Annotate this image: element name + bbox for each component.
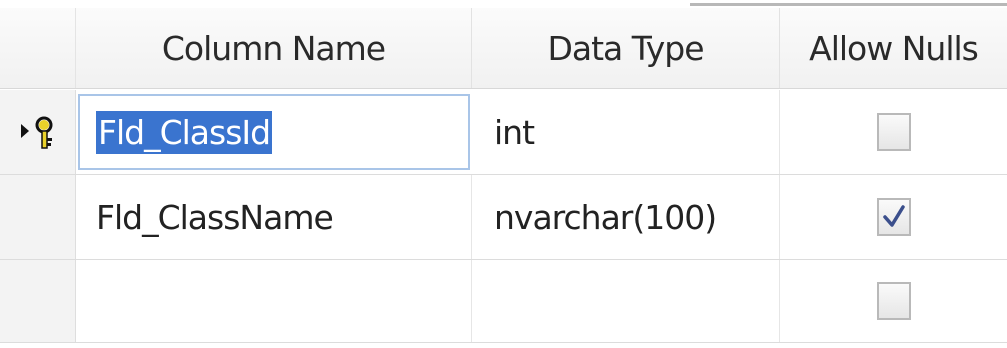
key-icon (21, 116, 53, 149)
row-selector[interactable] (0, 260, 76, 342)
data-type-cell[interactable] (472, 260, 780, 342)
row-selector-header (0, 8, 76, 88)
allow-nulls-checkbox[interactable] (876, 282, 911, 320)
allow-nulls-cell (780, 260, 1007, 342)
allow-nulls-checkbox[interactable] (876, 198, 911, 236)
row-selector[interactable] (0, 175, 76, 259)
row-selector[interactable] (0, 90, 76, 174)
column-name-field[interactable]: Fld_ClassId (78, 94, 470, 170)
allow-nulls-cell (780, 90, 1007, 174)
data-type-cell[interactable]: int (472, 90, 780, 174)
column-name-header[interactable]: Column Name (76, 8, 472, 88)
column-header-row: Column Name Data Type Allow Nulls (0, 8, 1007, 89)
column-name-cell[interactable]: Fld_ClassName (76, 175, 472, 259)
table-row[interactable] (0, 260, 1007, 343)
data-type-header[interactable]: Data Type (472, 8, 780, 88)
check-icon (882, 205, 905, 227)
allow-nulls-checkbox[interactable] (876, 113, 911, 151)
column-name-cell[interactable] (76, 260, 472, 342)
top-divider (690, 3, 1007, 6)
table-designer-grid: Column Name Data Type Allow Nulls Fld_Cl… (0, 0, 1007, 348)
table-row[interactable]: Fld_ClassId int (0, 90, 1007, 175)
data-type-cell[interactable]: nvarchar(100) (472, 175, 780, 259)
allow-nulls-cell (780, 175, 1007, 259)
selected-column-name[interactable]: Fld_ClassId (96, 110, 273, 154)
table-row[interactable]: Fld_ClassName nvarchar(100) (0, 175, 1007, 260)
allow-nulls-header[interactable]: Allow Nulls (780, 8, 1007, 88)
